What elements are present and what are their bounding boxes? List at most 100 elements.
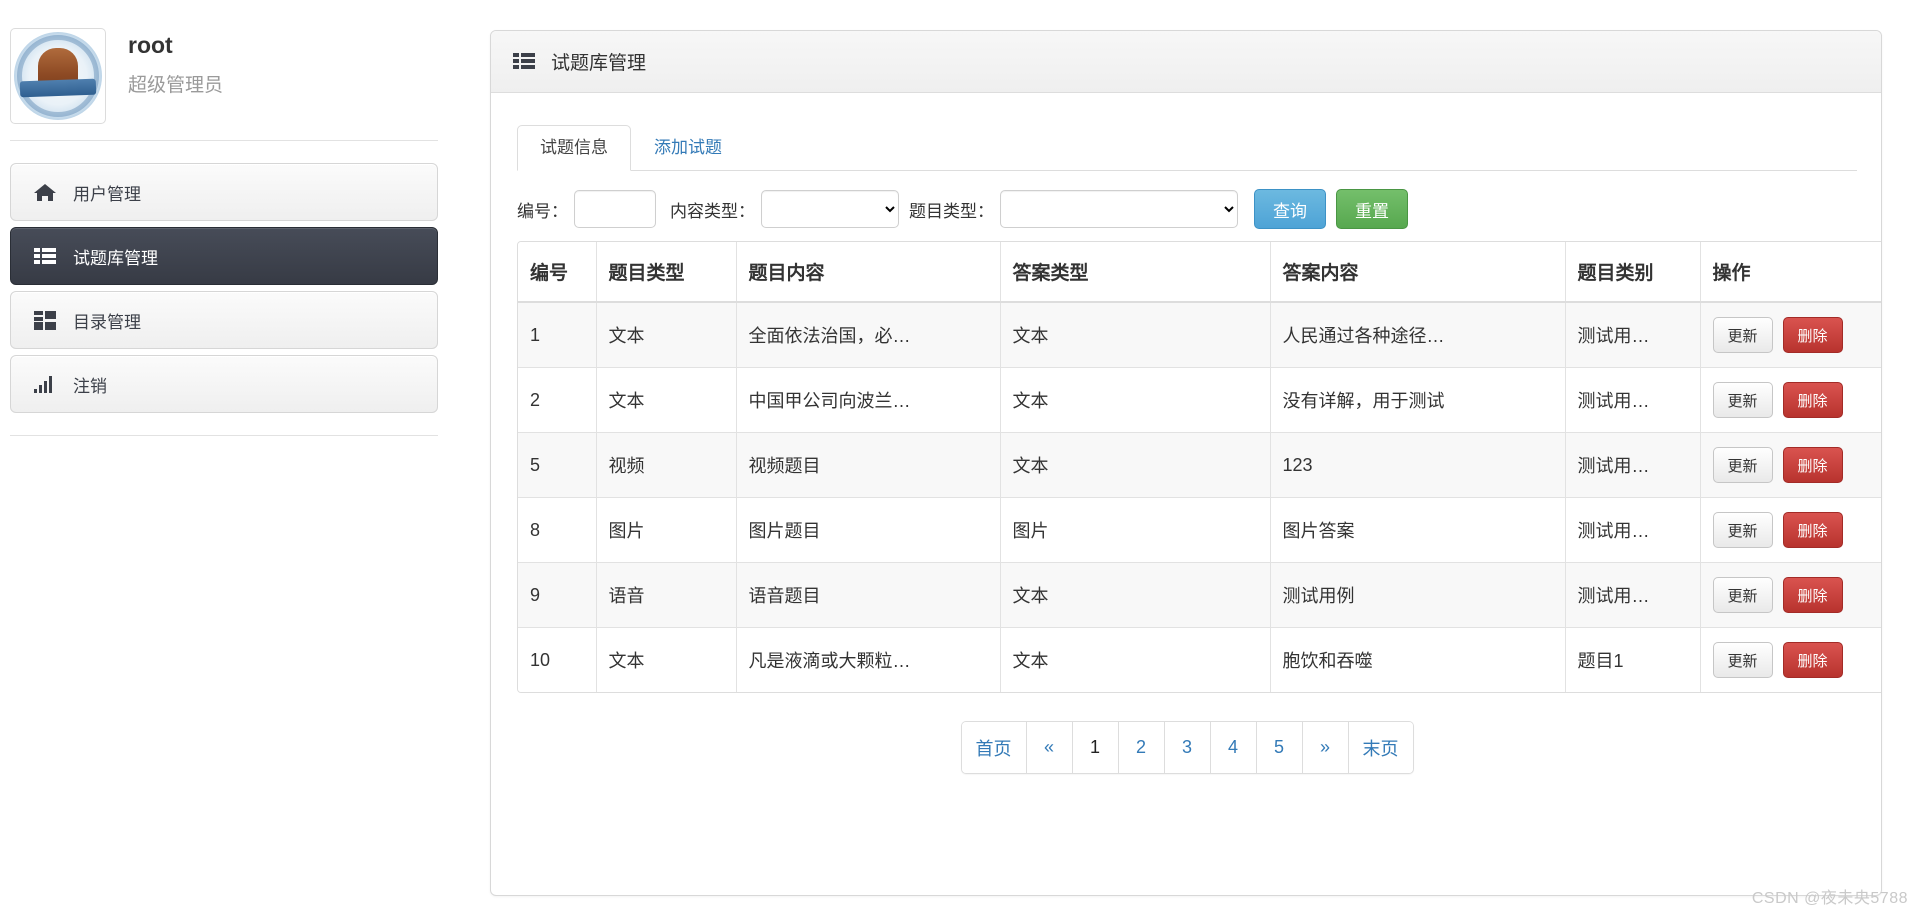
cell-atype: 图片 (1000, 497, 1271, 563)
panel-header: 试题库管理 (491, 31, 1881, 93)
main-panel: 试题库管理 试题信息 添加试题 编号： 内容类型： 题目类型： 查询 重置 编号… (490, 30, 1882, 896)
table-row: 2 文本 中国甲公司向波兰… 文本 没有详解，用于测试 测试用… 更新 删除 (518, 367, 1881, 433)
page-2[interactable]: 2 (1118, 722, 1165, 773)
sidebar-item-catalog-management[interactable]: 目录管理 (10, 291, 438, 349)
pagination: 首页 « 1 2 3 4 5 » 末页 (960, 721, 1414, 774)
cell-atype: 文本 (1000, 562, 1271, 628)
cell-id: 1 (518, 302, 597, 368)
university-emblem-avatar-icon (14, 32, 102, 120)
home-icon (33, 182, 57, 202)
query-button[interactable]: 查询 (1254, 189, 1326, 229)
page-5[interactable]: 5 (1256, 722, 1303, 773)
avatar (10, 28, 106, 124)
tab-question-info[interactable]: 试题信息 (517, 124, 631, 171)
list-icon (513, 53, 535, 70)
id-filter-label: 编号： (517, 201, 568, 221)
delete-button[interactable]: 删除 (1782, 642, 1843, 678)
delete-button[interactable]: 删除 (1782, 447, 1843, 483)
delete-button[interactable]: 删除 (1782, 317, 1843, 353)
column-header-id: 编号 (518, 242, 597, 303)
question-table-wrapper: 编号 题目类型 题目内容 答案类型 答案内容 题目类别 操作 1 文本 全面依法… (517, 241, 1881, 693)
column-header-atype: 答案类型 (1000, 242, 1271, 303)
table-head: 编号 题目类型 题目内容 答案类型 答案内容 题目类别 操作 (518, 242, 1881, 303)
cell-category: 测试用… (1565, 302, 1701, 368)
column-header-qcontent: 题目内容 (736, 242, 1001, 303)
update-button[interactable]: 更新 (1712, 577, 1773, 613)
pagination-row: 首页 « 1 2 3 4 5 » 末页 (517, 693, 1857, 774)
profile-block: root 超级管理员 (0, 0, 448, 124)
cell-acontent: 人民通过各种途径… (1270, 302, 1566, 368)
delete-button[interactable]: 删除 (1782, 382, 1843, 418)
cell-id: 5 (518, 432, 597, 498)
sidebar-item-logout[interactable]: 注销 (10, 355, 438, 413)
cell-atype: 文本 (1000, 627, 1271, 692)
cell-acontent: 测试用例 (1270, 562, 1566, 628)
cell-category: 测试用… (1565, 562, 1701, 628)
cell-atype: 文本 (1000, 432, 1271, 498)
sidebar-nav: 用户管理 试题库管理 目录管理 注销 (0, 141, 448, 413)
cell-qtype: 文本 (596, 627, 737, 692)
sidebar-item-label: 用户管理 (73, 184, 141, 204)
question-table: 编号 题目类型 题目内容 答案类型 答案内容 题目类别 操作 1 文本 全面依法… (518, 242, 1881, 692)
column-header-category: 题目类别 (1565, 242, 1701, 303)
page-3[interactable]: 3 (1164, 722, 1211, 773)
delete-button[interactable]: 删除 (1782, 577, 1843, 613)
cell-actions: 更新 删除 (1700, 497, 1881, 563)
cell-qcontent: 语音题目 (736, 562, 1001, 628)
cell-qcontent: 全面依法治国，必… (736, 302, 1001, 368)
reset-button[interactable]: 重置 (1336, 189, 1408, 229)
sidebar-item-question-bank[interactable]: 试题库管理 (10, 227, 438, 285)
page-1[interactable]: 1 (1072, 722, 1119, 773)
table-row: 5 视频 视频题目 文本 123 测试用… 更新 删除 (518, 432, 1881, 498)
sidebar: root 超级管理员 用户管理 试题库管理 目录管理 注销 (0, 0, 448, 916)
cell-qtype: 文本 (596, 367, 737, 433)
profile-name: root (128, 32, 173, 58)
question-type-select[interactable] (1000, 190, 1238, 228)
table-row: 10 文本 凡是液滴或大颗粒… 文本 胞饮和吞噬 题目1 更新 删除 (518, 627, 1881, 692)
table-row: 8 图片 图片题目 图片 图片答案 测试用… 更新 删除 (518, 497, 1881, 563)
update-button[interactable]: 更新 (1712, 382, 1773, 418)
cell-id: 2 (518, 367, 597, 433)
page-last[interactable]: 末页 (1348, 722, 1413, 773)
content-type-select[interactable] (761, 190, 899, 228)
cell-qtype: 图片 (596, 497, 737, 563)
cell-qtype: 文本 (596, 302, 737, 368)
tab-add-question[interactable]: 添加试题 (631, 125, 745, 171)
filter-bar: 编号： 内容类型： 题目类型： 查询 重置 (517, 171, 1857, 241)
delete-button[interactable]: 删除 (1782, 512, 1843, 548)
page-root: root 超级管理员 用户管理 试题库管理 目录管理 注销 试题库管理 试题信息… (0, 0, 1922, 916)
cell-acontent: 123 (1270, 432, 1566, 498)
sidebar-item-label: 注销 (73, 376, 107, 396)
cell-actions: 更新 删除 (1700, 367, 1881, 433)
update-button[interactable]: 更新 (1712, 642, 1773, 678)
cell-actions: 更新 删除 (1700, 302, 1881, 368)
cell-actions: 更新 删除 (1700, 562, 1881, 628)
cell-category: 测试用… (1565, 367, 1701, 433)
emblem-ring (17, 35, 99, 117)
cell-acontent: 图片答案 (1270, 497, 1566, 563)
cell-qcontent: 凡是液滴或大颗粒… (736, 627, 1001, 692)
table-body: 1 文本 全面依法治国，必… 文本 人民通过各种途径… 测试用… 更新 删除 2… (518, 302, 1881, 692)
panel-body: 试题信息 添加试题 编号： 内容类型： 题目类型： 查询 重置 编号 题目类型 … (491, 93, 1881, 774)
page-4[interactable]: 4 (1210, 722, 1257, 773)
page-prev[interactable]: « (1026, 722, 1073, 773)
cell-category: 测试用… (1565, 432, 1701, 498)
update-button[interactable]: 更新 (1712, 317, 1773, 353)
sidebar-item-label: 目录管理 (73, 312, 141, 332)
column-header-qtype: 题目类型 (596, 242, 737, 303)
cell-category: 测试用… (1565, 497, 1701, 563)
cell-actions: 更新 删除 (1700, 432, 1881, 498)
profile-text: root 超级管理员 (106, 28, 223, 97)
table-row: 1 文本 全面依法治国，必… 文本 人民通过各种途径… 测试用… 更新 删除 (518, 302, 1881, 368)
page-first[interactable]: 首页 (961, 722, 1027, 773)
page-title: 试题库管理 (551, 53, 647, 74)
page-next[interactable]: » (1302, 722, 1349, 773)
sidebar-item-user-management[interactable]: 用户管理 (10, 163, 438, 221)
id-input[interactable] (574, 190, 656, 228)
update-button[interactable]: 更新 (1712, 512, 1773, 548)
grid-icon (33, 310, 57, 330)
table-row: 9 语音 语音题目 文本 测试用例 测试用… 更新 删除 (518, 562, 1881, 628)
cell-id: 10 (518, 627, 597, 692)
update-button[interactable]: 更新 (1712, 447, 1773, 483)
cell-qcontent: 中国甲公司向波兰… (736, 367, 1001, 433)
